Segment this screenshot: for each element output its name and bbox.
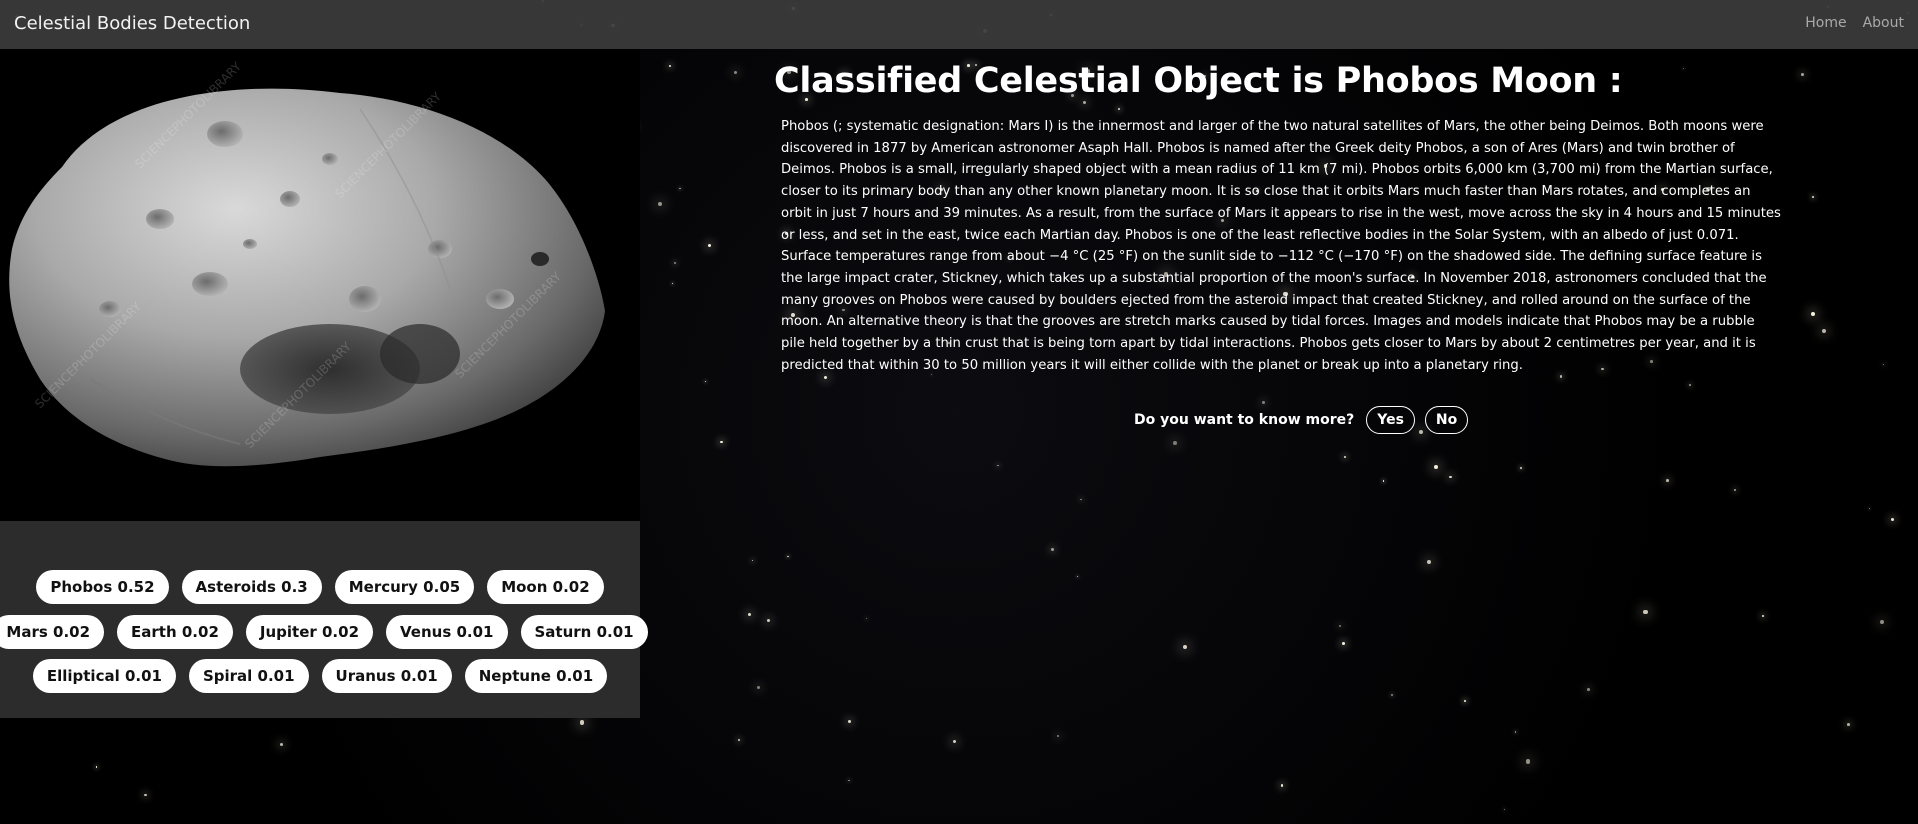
know-more-prompt: Do you want to know more? Yes No [1134,406,1469,434]
star [1338,624,1342,628]
star [1666,479,1669,482]
star [1182,644,1187,649]
star [767,619,771,623]
star [757,686,761,690]
star [1890,518,1894,522]
star [1448,475,1452,479]
star [1688,384,1691,386]
star [1515,731,1517,733]
star [1051,548,1054,551]
prediction-tag: Mercury 0.05 [334,570,475,604]
star [1525,759,1530,764]
star [751,559,754,562]
star [1280,784,1284,787]
predictions-row-2: Mars 0.02 Earth 0.02 Jupiter 0.02 Venus … [0,615,648,649]
prediction-tag: Venus 0.01 [386,615,508,649]
star [1880,620,1885,625]
predictions-row-3: Elliptical 0.01 Spiral 0.01 Uranus 0.01 … [0,659,640,693]
star [673,261,676,264]
star [1262,400,1266,404]
star [952,739,957,743]
star [1520,467,1522,470]
object-description: Phobos (; systematic designation: Mars I… [781,119,1781,373]
star [866,617,868,620]
know-more-question: Do you want to know more? [1134,412,1355,428]
star [1868,508,1870,510]
star [1643,609,1648,615]
star [1173,440,1178,445]
star [671,283,674,285]
predictions-panel: Phobos 0.52 Asteroids 0.3 Mercury 0.05 M… [0,521,648,718]
star [1821,329,1826,334]
star [848,720,851,723]
star [1812,195,1814,198]
star [996,464,999,467]
star [1080,498,1083,501]
prediction-tag: Spiral 0.01 [188,659,309,693]
star [1382,480,1385,482]
prediction-tag: Elliptical 0.01 [32,659,176,693]
star [279,742,283,746]
star [95,766,98,768]
prediction-tag: Moon 0.02 [487,570,604,604]
star [1801,72,1805,76]
nav-links: Home About [1805,15,1904,31]
predictions-row-1: Phobos 0.52 Asteroids 0.3 Mercury 0.05 M… [0,570,640,604]
prediction-tag: Uranus 0.01 [321,659,452,693]
page: Celestial Bodies Detection Home About SC… [0,0,1918,824]
star [720,440,723,444]
navbar: Celestial Bodies Detection Home About [0,0,1918,49]
star [1076,576,1078,578]
star [1586,688,1590,691]
star [733,71,738,75]
star [1761,615,1765,618]
prediction-tag: Earth 0.02 [117,615,233,649]
star [1391,694,1393,696]
star [668,64,671,68]
classification-content: Classified Celestial Object is Phobos Mo… [774,58,1781,376]
star [704,381,706,383]
star [1733,488,1736,491]
phobos-image: SCIENCEPHOTOLIBRARY SCIENCEPHOTOLIBRARY … [0,49,640,521]
star [787,555,789,557]
prediction-tag: Asteroids 0.3 [181,570,322,604]
nav-about-link[interactable]: About [1863,15,1904,31]
prediction-tag: Mars 0.02 [0,615,105,649]
star [144,793,147,797]
star [579,720,585,725]
star [848,779,850,782]
no-button[interactable]: No [1424,406,1469,434]
star [1810,311,1815,317]
prediction-tag: Saturn 0.01 [520,615,648,649]
star [1464,700,1467,703]
star [1503,808,1506,811]
brand-title[interactable]: Celestial Bodies Detection [14,13,250,34]
star [1427,560,1432,565]
star [1056,734,1060,738]
star [1342,642,1346,646]
prediction-tag: Neptune 0.01 [464,659,608,693]
prediction-tag: Jupiter 0.02 [245,615,374,649]
star [707,243,712,247]
star [679,187,681,190]
star [1434,465,1439,470]
classification-title: Classified Celestial Object is Phobos Mo… [774,61,1623,101]
star [657,202,663,207]
prediction-tag: Phobos 0.52 [36,570,169,604]
star [737,739,740,742]
star [747,612,751,616]
nav-home-link[interactable]: Home [1805,15,1846,31]
yes-button[interactable]: Yes [1366,406,1415,434]
star [1344,455,1347,459]
star [1882,363,1885,366]
classified-image-panel: SCIENCEPHOTOLIBRARY SCIENCEPHOTOLIBRARY … [0,49,640,521]
star [1847,722,1850,726]
